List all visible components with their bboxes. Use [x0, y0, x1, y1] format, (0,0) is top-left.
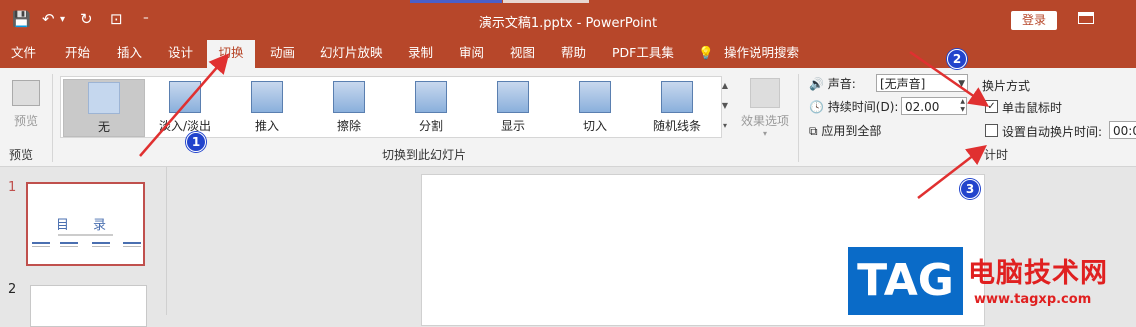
annotation-badge: 2	[947, 49, 967, 69]
arrow-to-transitions-tab	[139, 53, 230, 157]
annotation-arrows	[139, 50, 990, 199]
annotation-badge: 1	[186, 132, 206, 152]
annotation-badge: 3	[960, 179, 980, 199]
